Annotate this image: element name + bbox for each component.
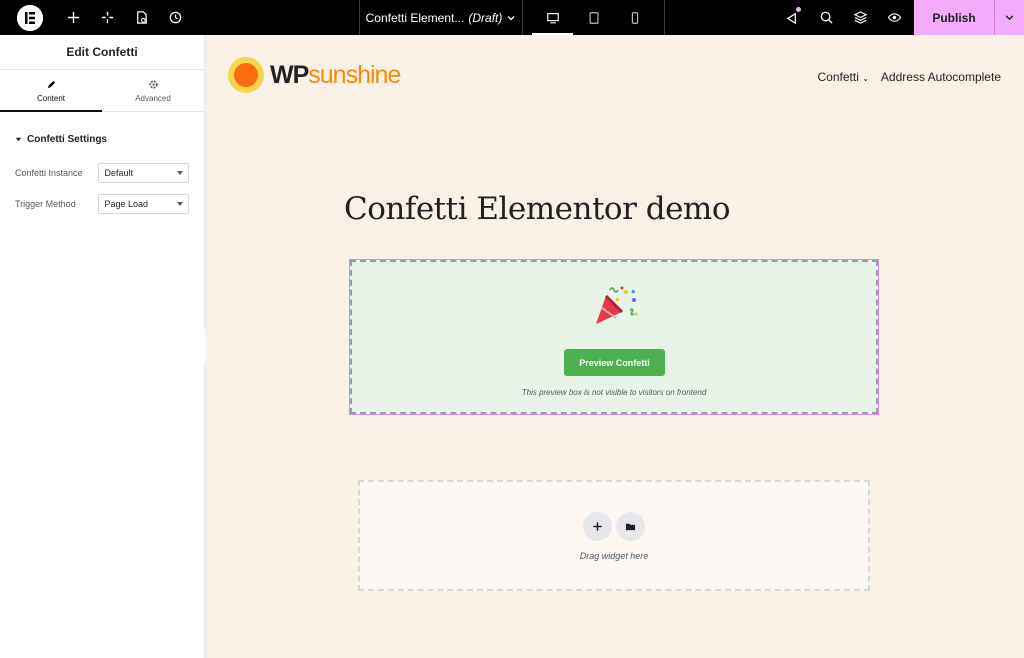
editor-top-bar: Confetti Element... (Draft) Publish [0,0,1024,35]
control-label: Trigger Method [15,199,76,209]
chevron-down-icon [507,15,515,20]
logo-wp-text: WP [270,60,309,89]
confetti-instance-select[interactable]: Default [98,163,189,183]
site-nav: Confetti ⌄ Address Autocomplete [818,70,1001,84]
drop-zone-text: Drag widget here [579,551,649,561]
search-icon[interactable] [809,0,843,35]
draft-status: (Draft) [468,10,503,25]
editor-panel: Edit Confetti Content Advanced Confetti … [0,35,205,658]
site-logo[interactable]: WPsunshine [228,57,401,93]
select-value: Default [104,168,134,178]
confetti-preview-box[interactable]: Preview Confetti This preview box is not… [349,259,879,415]
page-title: Confetti Element... [365,10,465,25]
preview-confetti-button[interactable]: Preview Confetti [564,349,665,376]
gear-icon [148,79,158,89]
control-confetti-instance: Confetti Instance Default [15,163,189,183]
layers-icon[interactable] [843,0,877,35]
mobile-view-icon[interactable] [614,0,655,35]
chevron-down-icon [1005,15,1014,21]
logo-sunshine-text: sunshine [308,60,401,89]
panel-title: Edit Confetti [0,35,204,70]
caret-down-icon [177,171,183,175]
control-trigger-method: Trigger Method Page Load [15,194,189,214]
section-title: Confetti Settings [27,134,107,145]
publish-options-button[interactable] [994,0,1024,35]
add-template-button[interactable] [616,512,645,541]
widget-drop-zone[interactable]: Drag widget here [358,480,870,591]
page-title-dropdown[interactable]: Confetti Element... (Draft) [359,0,523,35]
plus-icon [593,522,602,531]
section-toggle-confetti-settings[interactable]: Confetti Settings [15,134,204,145]
chevron-down-icon: ⌄ [862,74,869,83]
preview-note: This preview box is not visible to visit… [521,388,707,397]
notification-dot [796,7,801,12]
tab-advanced[interactable]: Advanced [102,70,204,111]
page-heading: Confetti Elementor demo [344,191,731,227]
notifications-icon[interactable] [775,0,809,35]
caret-down-icon [15,137,22,142]
add-section-button[interactable] [583,512,612,541]
publish-button[interactable]: Publish [914,0,994,35]
elementor-logo-icon[interactable] [17,4,43,31]
control-label: Confetti Instance [15,168,83,178]
folder-icon [625,523,636,531]
page-settings-icon[interactable] [124,0,158,35]
tab-content-label: Content [36,93,66,103]
nav-item-confetti[interactable]: Confetti ⌄ [818,70,869,84]
pencil-icon [47,80,55,88]
tab-content[interactable]: Content [0,70,102,112]
trigger-method-select[interactable]: Page Load [98,194,189,214]
site-settings-icon[interactable] [90,0,124,35]
preview-canvas: WPsunshine Confetti ⌄ Address Autocomple… [205,35,1024,658]
tablet-view-icon[interactable] [573,0,614,35]
party-popper-icon [596,286,638,324]
caret-down-icon [177,202,183,206]
nav-item-address-autocomplete[interactable]: Address Autocomplete [881,70,1001,84]
desktop-view-icon[interactable] [532,0,573,35]
preview-eye-icon[interactable] [877,0,911,35]
sun-logo-icon [228,57,264,93]
history-icon[interactable] [158,0,192,35]
add-element-icon[interactable] [56,0,90,35]
tab-advanced-label: Advanced [135,93,171,103]
select-value: Page Load [104,199,149,209]
